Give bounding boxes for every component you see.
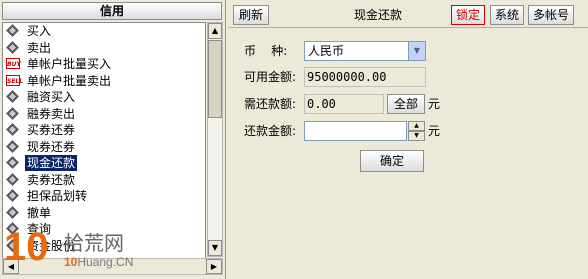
tree-item-label: 卖出 (27, 40, 52, 55)
repay-row: 还款金额: ▲ ▼ 元 (244, 121, 464, 141)
due-amount-field: 0.00 (304, 94, 384, 114)
multi-account-button[interactable]: 多帐号 (528, 5, 574, 25)
repay-unit: 元 (428, 124, 441, 138)
repay-amount-input[interactable] (304, 121, 407, 141)
toolbar: 刷新 现金还款 锁定 系统 多帐号 (228, 0, 588, 28)
chevron-down-icon[interactable]: ▼ (408, 42, 425, 60)
stepper-up-icon[interactable]: ▲ (408, 121, 425, 131)
tree-item-label: 单帐户批量卖出 (27, 73, 112, 88)
tree-item-batch-sell[interactable]: SELL 单帐户批量卖出 (3, 73, 205, 90)
buy-badge-icon: BUY (6, 58, 21, 70)
tree-item-direct-return[interactable]: 现券还券 (3, 139, 205, 156)
tree-item-label: 融券卖出 (27, 106, 76, 121)
tree-item-label: 单帐户批量买入 (27, 57, 112, 71)
tree-item-cancel-order[interactable]: 撤单 (3, 205, 205, 222)
diamond-icon (6, 40, 20, 54)
tree-item-label: 融资买入 (27, 90, 76, 104)
diamond-icon (6, 123, 20, 136)
diamond-icon (6, 106, 20, 120)
due-label: 需还款额: (244, 97, 297, 111)
currency-label: 币 种: (244, 44, 288, 58)
tree-item-short-sell[interactable]: 融券卖出 (3, 106, 205, 123)
lock-button[interactable]: 锁定 (451, 5, 485, 25)
tree-item-label: 撤单 (27, 205, 52, 220)
function-tree[interactable]: 买入 卖出 BUY 单帐户批量买入 SELL 单帐户批量卖出 融资买入 融券卖出 买… (2, 22, 206, 275)
tree-item-label: 买入 (27, 24, 52, 38)
refresh-button[interactable]: 刷新 (233, 5, 269, 25)
available-amount-field: 95000000.00 (304, 67, 426, 87)
amount-stepper[interactable]: ▲ ▼ (408, 121, 425, 141)
tree-item-label: 现金还款 (25, 155, 78, 171)
diamond-icon (6, 205, 20, 219)
scroll-right-button[interactable]: ▶ (206, 259, 222, 274)
diamond-icon (6, 222, 20, 235)
tree-item-sell-repay[interactable]: 卖券还款 (3, 172, 205, 189)
diamond-icon (6, 189, 20, 202)
currency-row: 币 种: 人民币 ▼ (244, 41, 444, 61)
left-panel: 信用 买入 卖出 BUY 单帐户批量买入 SELL 单帐户批量卖出 融资买入 融券卖… (0, 0, 226, 279)
scroll-left-button[interactable]: ◀ (3, 259, 19, 274)
due-row: 需还款额: 0.00 全部 元 (244, 94, 464, 114)
tree-item-collateral-transfer[interactable]: 担保品划转 (3, 188, 205, 205)
all-button[interactable]: 全部 (387, 94, 425, 114)
repay-label: 还款金额: (244, 124, 297, 138)
available-label: 可用金额: (244, 70, 297, 84)
tree-item-label: 查询 (27, 222, 52, 236)
scroll-down-button[interactable]: ▼ (208, 240, 222, 256)
tree-item-label: 资金股份 (27, 238, 76, 253)
tree-item-label: 卖券还款 (27, 172, 76, 187)
tree-item-buy-return[interactable]: 买券还券 (3, 122, 205, 139)
tree-item-query[interactable]: 查询 (3, 221, 205, 238)
tree-item-label: 现券还券 (27, 139, 76, 154)
tree-item-funds-shares[interactable]: 资金股份 (3, 238, 205, 255)
panel-header: 信用 (2, 2, 222, 20)
page-title: 现金还款 (353, 8, 402, 22)
diamond-icon (6, 156, 20, 169)
tree-item-buy[interactable]: 买入 (3, 23, 205, 40)
system-button[interactable]: 系统 (490, 5, 524, 25)
diamond-icon (6, 139, 20, 153)
diamond-icon (6, 172, 20, 186)
currency-select[interactable]: 人民币 ▼ (304, 41, 426, 61)
confirm-button[interactable]: 确定 (360, 150, 424, 172)
sell-badge-icon: SELL (6, 74, 23, 87)
available-row: 可用金额: 95000000.00 (244, 67, 444, 87)
scroll-up-button[interactable]: ▲ (208, 23, 222, 39)
vertical-scrollbar[interactable]: ▲ ▼ (207, 22, 223, 257)
diamond-icon (6, 24, 20, 37)
tree-item-label: 担保品划转 (27, 189, 88, 203)
horizontal-scrollbar[interactable]: ◀ ▶ (2, 258, 223, 275)
tree-item-label: 买券还券 (27, 123, 76, 137)
scroll-thumb[interactable] (208, 40, 222, 118)
stepper-down-icon[interactable]: ▼ (408, 131, 425, 141)
tree-item-margin-buy[interactable]: 融资买入 (3, 89, 205, 106)
tree-item-cash-repay[interactable]: 现金还款 (3, 155, 205, 172)
currency-value: 人民币 (308, 44, 345, 58)
diamond-icon (6, 90, 20, 103)
diamond-icon (6, 238, 20, 252)
due-unit: 元 (428, 97, 441, 111)
cash-repay-panel: 刷新 现金还款 锁定 系统 多帐号 币 种: 人民币 ▼ 可用金额: 95000… (228, 0, 588, 279)
tree-item-batch-buy[interactable]: BUY 单帐户批量买入 (3, 56, 205, 73)
tree-item-sell[interactable]: 卖出 (3, 40, 205, 57)
